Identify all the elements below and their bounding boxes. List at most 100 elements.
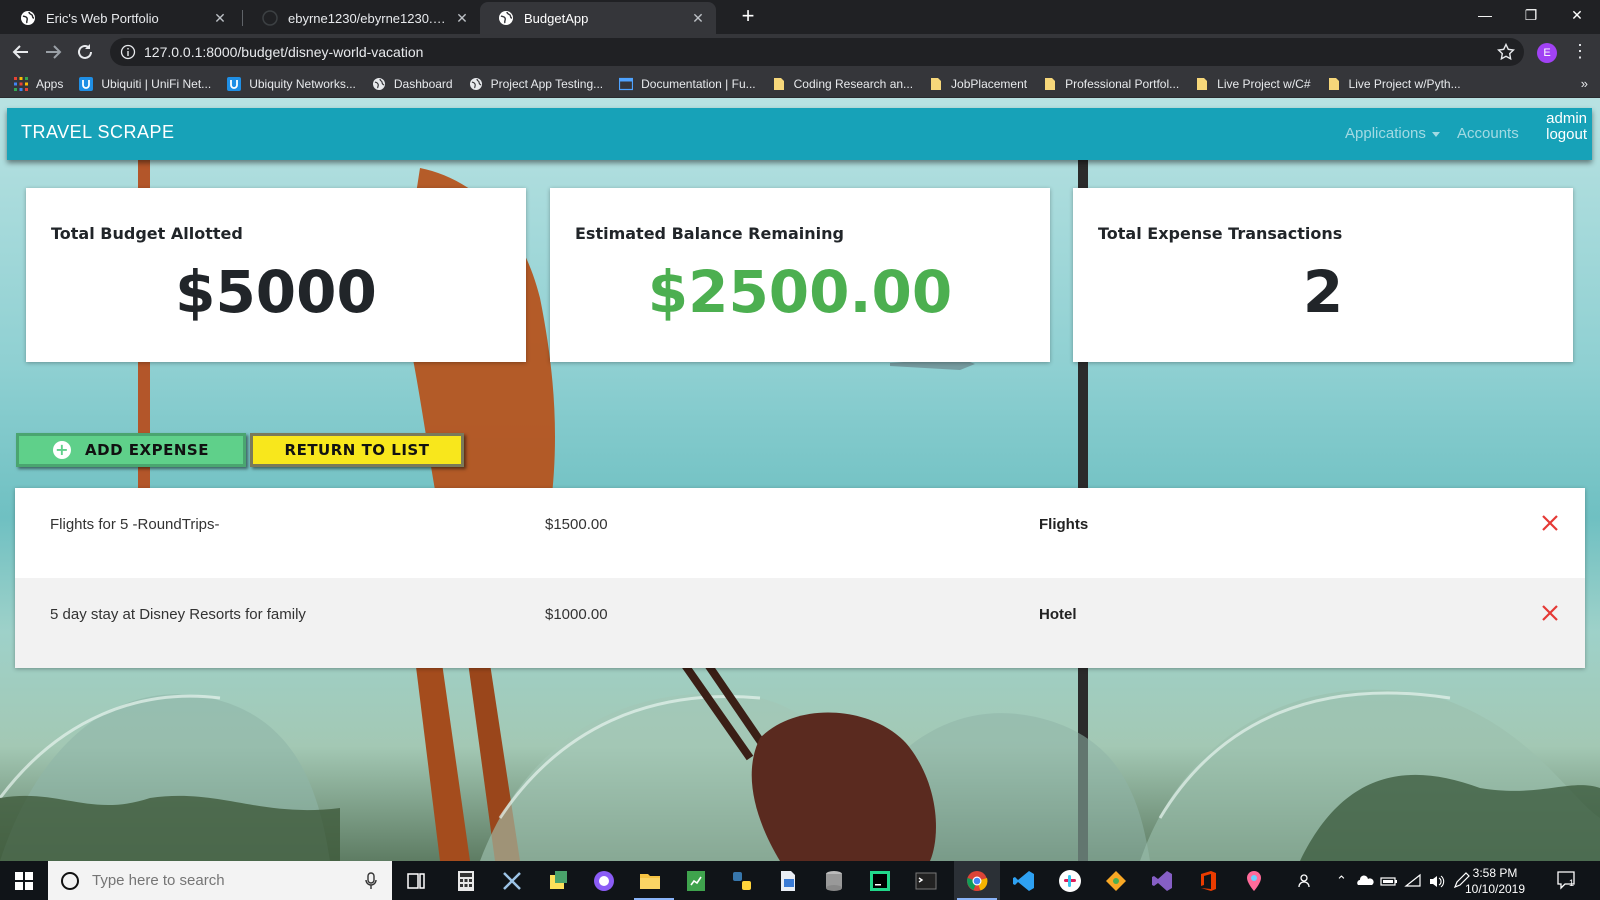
terminal-icon[interactable] — [914, 869, 938, 893]
expense-amount: $1000.00 — [545, 606, 608, 623]
nav-applications-label: Applications — [1345, 125, 1426, 142]
bookmark-label: Documentation | Fu... — [641, 76, 756, 91]
taskbar-search[interactable] — [48, 861, 392, 900]
git-icon[interactable] — [1104, 869, 1128, 893]
taskbar-search-input[interactable] — [92, 872, 364, 889]
bookmark-star-button[interactable] — [1492, 38, 1520, 66]
back-button[interactable] — [8, 39, 34, 65]
browser-tab-budgetapp[interactable]: BudgetApp ✕ — [480, 2, 716, 34]
address-bar[interactable] — [110, 38, 1524, 66]
bookmark-ubiquity-networks[interactable]: Ubiquity Networks... — [227, 76, 356, 91]
volume-icon[interactable] — [1428, 869, 1446, 893]
vscode-icon[interactable] — [1012, 869, 1036, 893]
bookmark-label: Live Project w/C# — [1217, 76, 1311, 91]
browser-tab-portfolio[interactable]: Eric's Web Portfolio ✕ — [2, 2, 238, 34]
logout-link[interactable]: logout — [1535, 127, 1587, 143]
bookmark-label: Professional Portfol... — [1065, 76, 1180, 91]
delete-x-icon[interactable] — [1539, 602, 1561, 624]
browser-tab-github[interactable]: ebyrne1230/ebyrne1230.github.io ✕ — [244, 2, 480, 34]
bookmark-live-project-python[interactable]: Live Project w/Pyth... — [1327, 77, 1461, 91]
office-icon[interactable] — [1196, 869, 1220, 893]
info-icon[interactable] — [120, 44, 136, 60]
notification-count: 1 — [1569, 878, 1575, 888]
battery-icon[interactable] — [1380, 869, 1398, 893]
plus-circle-icon: + — [53, 441, 72, 459]
reload-button[interactable] — [72, 39, 98, 65]
wifi-icon[interactable] — [1404, 869, 1422, 893]
expense-amount: $1500.00 — [545, 516, 608, 533]
forward-button[interactable] — [40, 39, 66, 65]
url-input[interactable] — [144, 44, 1492, 60]
bookmark-jobplacement[interactable]: JobPlacement — [929, 77, 1027, 91]
microphone-icon[interactable] — [364, 871, 378, 890]
bookmark-label: JobPlacement — [951, 76, 1028, 91]
document-app-icon[interactable] — [776, 869, 800, 893]
nav-accounts-link[interactable]: Accounts — [1457, 125, 1519, 142]
bookmark-documentation[interactable]: Documentation | Fu... — [619, 77, 756, 91]
tab-separator — [242, 10, 243, 26]
bookmark-apps[interactable]: Apps — [14, 76, 63, 91]
people-icon[interactable] — [1296, 869, 1314, 893]
spreadsheet-icon[interactable] — [684, 869, 708, 893]
browser-tab-strip: Eric's Web Portfolio ✕ ebyrne1230/ebyrne… — [0, 0, 1600, 34]
bookmark-project-app-testing[interactable]: Project App Testing... — [469, 77, 603, 91]
page-viewport: TRAVEL SCRAPE Applications Accounts admi… — [0, 98, 1600, 861]
minimize-button[interactable]: — — [1462, 0, 1508, 30]
window-close-button[interactable]: ✕ — [1554, 0, 1600, 30]
return-to-list-button[interactable]: RETURN TO LIST — [250, 433, 464, 467]
slack-icon[interactable] — [1058, 869, 1082, 893]
system-clock[interactable]: 3:58 PM 10/10/2019 — [1460, 865, 1530, 897]
file-explorer-icon[interactable] — [638, 869, 662, 893]
tray-overflow-icon[interactable]: ⌃ — [1336, 873, 1347, 889]
expense-category: Hotel — [1039, 606, 1077, 623]
browser-menu-button[interactable]: ⋮ — [1568, 40, 1592, 64]
balance-remaining-value: $2500.00 — [647, 258, 953, 326]
tab-close-icon[interactable]: ✕ — [454, 10, 470, 27]
bookmark-dashboard[interactable]: Dashboard — [372, 77, 453, 91]
globe-icon — [21, 11, 35, 25]
visual-studio-icon[interactable] — [1150, 869, 1174, 893]
folder-icon — [773, 77, 784, 90]
pycharm-icon[interactable] — [868, 869, 892, 893]
tab-close-icon[interactable]: ✕ — [212, 10, 228, 27]
nav-applications-dropdown[interactable]: Applications — [1345, 125, 1440, 142]
notification-icon — [1557, 871, 1575, 890]
onedrive-icon[interactable] — [1356, 869, 1374, 893]
delete-x-icon[interactable] — [1539, 512, 1561, 534]
bookmark-label: Live Project w/Pyth... — [1348, 76, 1461, 91]
app-navbar: TRAVEL SCRAPE Applications Accounts admi… — [7, 108, 1592, 160]
user-menu: admin logout — [1535, 111, 1587, 143]
folder-icon — [931, 77, 942, 90]
new-tab-button[interactable]: + — [736, 5, 760, 29]
snipping-tool-icon[interactable] — [500, 869, 524, 893]
tab-close-icon[interactable]: ✕ — [690, 10, 706, 27]
bookmark-coding-research[interactable]: Coding Research an... — [772, 77, 913, 91]
action-center-button[interactable]: 1 — [1556, 870, 1578, 890]
calculator-icon[interactable] — [454, 869, 478, 893]
bookmark-ubiquiti-unifi[interactable]: Ubiquiti | UniFi Net... — [79, 76, 212, 91]
profile-avatar[interactable]: E — [1537, 43, 1557, 63]
card-balance-remaining: Estimated Balance Remaining $2500.00 — [550, 188, 1050, 362]
bookmarks-overflow-button[interactable]: » — [1581, 76, 1588, 91]
card-title: Total Expense Transactions — [1098, 224, 1343, 243]
chrome-icon[interactable] — [965, 869, 989, 893]
clock-date: 10/10/2019 — [1464, 882, 1526, 896]
bookmark-live-project-csharp[interactable]: Live Project w/C# — [1195, 76, 1311, 91]
add-expense-button[interactable]: + ADD EXPENSE — [16, 433, 246, 467]
card-title: Estimated Balance Remaining — [575, 224, 844, 243]
bookmark-professional-portfolio[interactable]: Professional Portfol... — [1043, 77, 1179, 91]
database-icon[interactable] — [822, 869, 846, 893]
github-icon — [262, 10, 278, 26]
expense-category: Flights — [1039, 516, 1089, 533]
python-icon[interactable] — [730, 869, 754, 893]
maps-pin-icon[interactable] — [1242, 869, 1266, 893]
start-button[interactable] — [0, 861, 48, 900]
bookmark-label: Ubiquity Networks... — [249, 76, 356, 91]
brand-logo[interactable]: TRAVEL SCRAPE — [21, 122, 175, 143]
app-purple-circle-icon[interactable] — [592, 869, 616, 893]
bookmark-label: Ubiquiti | UniFi Net... — [101, 76, 212, 91]
expense-row: 5 day stay at Disney Resorts for family … — [15, 578, 1585, 668]
restore-button[interactable]: ❐ — [1508, 0, 1554, 30]
task-view-icon[interactable] — [404, 869, 428, 893]
sticky-notes-icon[interactable] — [546, 869, 570, 893]
